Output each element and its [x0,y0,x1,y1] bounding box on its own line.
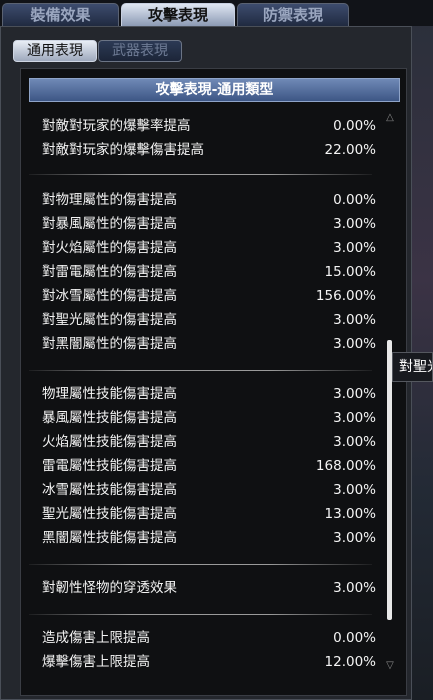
stat-row: 對黑闇屬性的傷害提高 3.00% [42,332,376,356]
stat-label: 對物理屬性的傷害提高 [42,192,177,208]
stat-row: 對敵對玩家的爆擊率提高 0.00% [42,114,376,138]
stat-row: 對韌性怪物的穿透效果 3.00% [42,576,376,600]
stat-value: 3.00% [333,216,376,232]
stat-label: 對雷電屬性的傷害提高 [42,264,177,280]
stat-row: 火焰屬性技能傷害提高 3.00% [42,430,376,454]
stat-label: 物理屬性技能傷害提高 [42,386,177,402]
stat-row: 黑闇屬性技能傷害提高 3.00% [42,526,376,550]
scrollbar[interactable]: △ ▽ [382,112,398,672]
stat-value: 12.00% [324,654,376,670]
stat-row: 雷電屬性技能傷害提高 168.00% [42,454,376,478]
stat-row: 對敵對玩家的爆擊傷害提高 22.00% [42,138,376,162]
stat-value: 3.00% [333,410,376,426]
stat-label: 對敵對玩家的爆擊率提高 [42,118,191,134]
stat-row: 冰雪屬性技能傷害提高 3.00% [42,478,376,502]
tooltip: 對聖光 [392,352,433,382]
stat-value: 15.00% [324,264,376,280]
stat-row: 對物理屬性的傷害提高 0.00% [42,188,376,212]
stat-value: 0.00% [333,192,376,208]
stat-row: 對冰雪屬性的傷害提高 156.00% [42,284,376,308]
stat-value: 3.00% [333,580,376,596]
scroll-thumb[interactable] [387,340,392,620]
stat-label: 對冰雪屬性的傷害提高 [42,288,177,304]
stat-row: 物理屬性技能傷害提高 3.00% [42,382,376,406]
stat-label: 雷電屬性技能傷害提高 [42,458,177,474]
stat-value: 3.00% [333,240,376,256]
tab-equipment-effects[interactable]: 裝備效果 [2,3,119,26]
stat-value: 3.00% [333,530,376,546]
stat-row: 聖光屬性技能傷害提高 13.00% [42,502,376,526]
stat-value: 3.00% [333,386,376,402]
stat-value: 13.00% [324,506,376,522]
divider [29,370,372,371]
stat-label: 對黑闇屬性的傷害提高 [42,336,177,352]
stat-row: 對火焰屬性的傷害提高 3.00% [42,236,376,260]
scroll-down-arrow-icon[interactable]: ▽ [382,660,398,672]
stat-value: 0.00% [333,630,376,646]
stat-row: 暴風屬性技能傷害提高 3.00% [42,406,376,430]
stat-label: 對聖光屬性的傷害提高 [42,312,177,328]
scroll-up-arrow-icon[interactable]: △ [382,112,398,124]
stat-value: 0.00% [333,118,376,134]
stat-value: 3.00% [333,336,376,352]
stat-label: 對暴風屬性的傷害提高 [42,216,177,232]
panel-title: 攻擊表現-通用類型 [29,78,400,102]
stat-label: 黑闇屬性技能傷害提高 [42,530,177,546]
stat-value: 168.00% [315,458,376,474]
stat-label: 冰雪屬性技能傷害提高 [42,482,177,498]
stat-row: 對暴風屬性的傷害提高 3.00% [42,212,376,236]
tab-defense-performance[interactable]: 防禦表現 [237,3,349,26]
divider [29,614,372,615]
stat-label: 造成傷害上限提高 [42,630,150,646]
stat-value: 156.00% [315,288,376,304]
stat-label: 聖光屬性技能傷害提高 [42,506,177,522]
stat-row: 爆擊傷害上限提高 12.00% [42,650,376,674]
divider [29,564,372,565]
subtab-weapon-performance[interactable]: 武器表現 [98,40,182,62]
stat-row: 對雷電屬性的傷害提高 15.00% [42,260,376,284]
stat-label: 對火焰屬性的傷害提高 [42,240,177,256]
stat-label: 對韌性怪物的穿透效果 [42,580,177,596]
tab-attack-performance[interactable]: 攻擊表現 [121,3,235,26]
stat-label: 暴風屬性技能傷害提高 [42,410,177,426]
stat-value: 3.00% [333,312,376,328]
stat-value: 22.00% [324,142,376,158]
stat-row: 造成傷害上限提高 0.00% [42,626,376,650]
top-tab-bar: 裝備效果 攻擊表現 防禦表現 [0,0,433,26]
subtab-general-performance[interactable]: 通用表現 [13,40,97,62]
divider [29,174,372,175]
stat-row: 對聖光屬性的傷害提高 3.00% [42,308,376,332]
stat-label: 爆擊傷害上限提高 [42,654,150,670]
stat-label: 火焰屬性技能傷害提高 [42,434,177,450]
stat-value: 3.00% [333,482,376,498]
stat-value: 3.00% [333,434,376,450]
stat-label: 對敵對玩家的爆擊傷害提高 [42,142,204,158]
